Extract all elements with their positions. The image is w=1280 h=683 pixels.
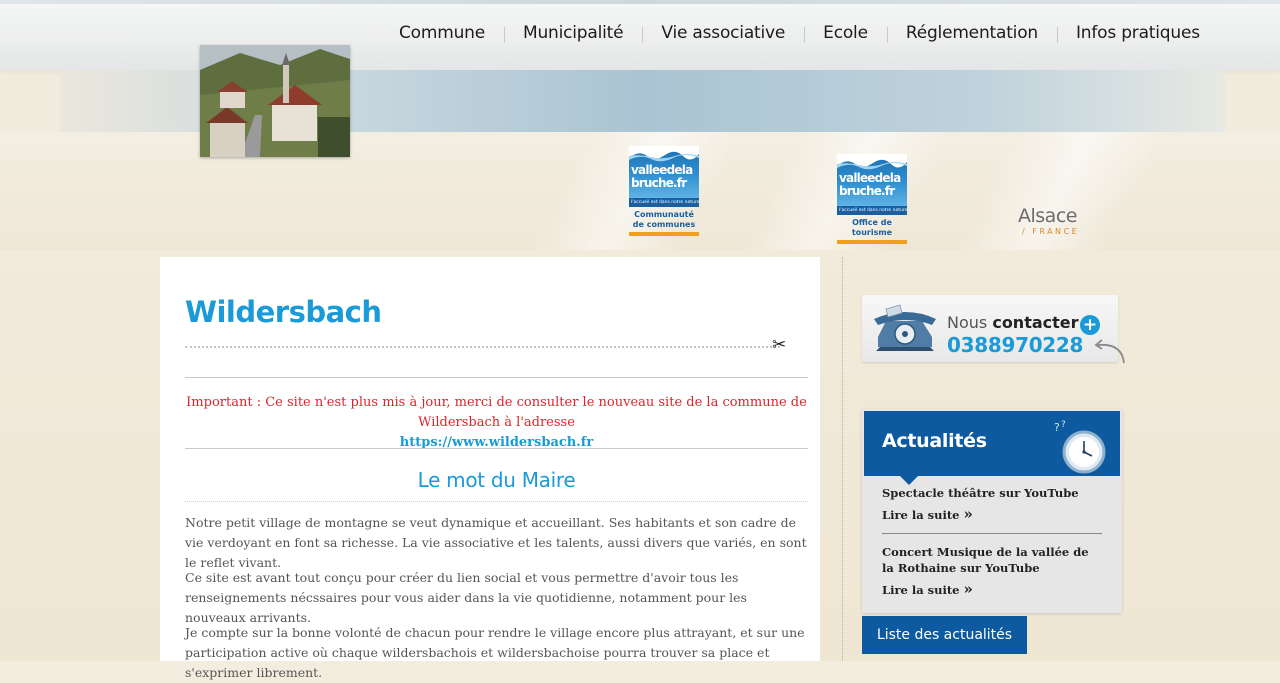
column-divider [842, 257, 843, 661]
double-chevron-icon: » [963, 505, 973, 523]
logo-orange-bar [837, 240, 907, 244]
logo-text-line1: valleedela [839, 171, 901, 185]
nav-item-infos-pratiques[interactable]: Infos pratiques [1056, 23, 1219, 43]
news-item-read-more[interactable]: Lire la suite » [882, 580, 973, 598]
news-item-title[interactable]: Spectacle théâtre sur YouTube [882, 485, 1102, 501]
logo-text-line1: valleedela [631, 163, 693, 177]
notice-divider-top [185, 377, 808, 378]
paragraph: Ce site est avant tout conçu pour créer … [185, 570, 747, 625]
news-box: Actualités ? ? Spectacle théâtre sur You… [862, 409, 1122, 613]
read-more-label: Lire la suite [882, 583, 960, 597]
village-photo[interactable] [200, 45, 350, 157]
news-title: Actualités [882, 430, 987, 452]
plus-icon[interactable]: + [1080, 315, 1100, 335]
section-dotted-divider [185, 501, 808, 502]
alsace-word: Alsace [1018, 205, 1077, 227]
news-item-read-more[interactable]: Lire la suite » [882, 505, 973, 523]
news-header-pointer [900, 476, 918, 485]
title-dotted-divider [185, 346, 780, 348]
contact-label: Nous contacter [947, 313, 1079, 332]
nav-item-ecole[interactable]: Ecole [804, 23, 887, 43]
main-nav: Commune Municipalité Vie associative Eco… [380, 18, 1219, 48]
notice-message: Important : Ce site n'est plus mis à jou… [185, 393, 808, 453]
svg-text:?: ? [1054, 421, 1060, 434]
nav-item-reglementation[interactable]: Réglementation [886, 23, 1057, 43]
news-header: Actualités ? ? [864, 411, 1120, 485]
logo-text-line2: bruche.fr [839, 184, 895, 198]
nav-item-vie-associative[interactable]: Vie associative [642, 23, 804, 43]
alsace-country: / FRANCE [1022, 227, 1080, 236]
curved-arrow-icon [1092, 337, 1128, 369]
nav-item-municipalite[interactable]: Municipalité [504, 23, 642, 43]
logo-tagline: l'accueil est dans notre nature [629, 198, 699, 207]
logo-subtitle: Office de tourisme [851, 218, 893, 237]
logo-alsace[interactable]: Alsace / FRANCE [1018, 205, 1079, 236]
logo-tagline: l'accueil est dans notre nature [837, 206, 907, 215]
read-more-label: Lire la suite [882, 508, 960, 522]
svg-text:?: ? [1061, 420, 1066, 430]
logo-text-line2: bruche.fr [631, 176, 687, 190]
contact-box[interactable]: Nous contacter + 0388970228 [862, 295, 1125, 364]
clock-icon: ? ? [1054, 417, 1120, 481]
news-separator [882, 533, 1102, 534]
main-content: Wildersbach ✂ Important : Ce site n'est … [160, 257, 820, 680]
contact-label-bold: contacter [992, 313, 1079, 332]
logo-subtitle: Communauté de communes [632, 210, 696, 229]
page-title: Wildersbach [185, 295, 382, 329]
logo-communaute-de-communes[interactable]: valleedela bruche.fr l'accueil est dans … [629, 146, 699, 236]
logo-office-de-tourisme[interactable]: valleedela bruche.fr l'accueil est dans … [837, 154, 907, 244]
news-item-title[interactable]: Concert Musique de la vallée de la Rotha… [882, 544, 1102, 576]
logo-orange-bar [629, 232, 699, 236]
section-title: Le mot du Maire [417, 468, 576, 492]
paragraph: Notre petit village de montagne se veut … [185, 515, 807, 570]
contact-label-light: Nous [947, 313, 988, 332]
scissors-icon: ✂ [772, 335, 787, 355]
telephone-icon [872, 303, 940, 359]
notice-divider-bottom [185, 448, 808, 449]
double-chevron-icon: » [963, 580, 973, 598]
notice-text: Important : Ce site n'est plus mis à jou… [186, 395, 807, 430]
news-list-button[interactable]: Liste des actualités [862, 616, 1027, 654]
contact-phone-number[interactable]: 0388970228 [947, 333, 1083, 357]
paragraph: Je compte sur la bonne volonté de chacun… [185, 625, 805, 680]
nav-item-commune[interactable]: Commune [380, 23, 504, 43]
